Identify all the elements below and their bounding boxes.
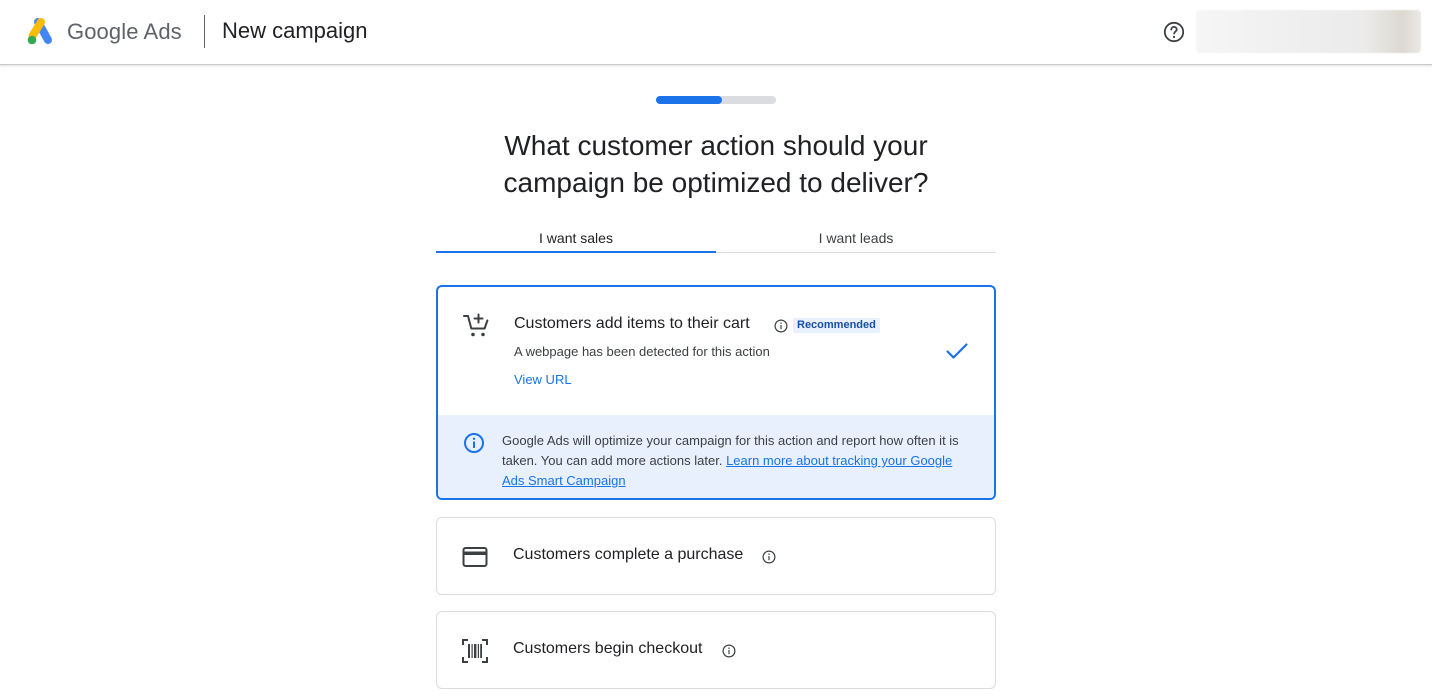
- option-card-begin-checkout[interactable]: Customers begin checkout: [436, 611, 996, 689]
- tab-i-want-sales[interactable]: I want sales: [436, 226, 716, 252]
- option-title: Customers begin checkout: [513, 640, 703, 657]
- option-title: Customers complete a purchase: [513, 546, 744, 563]
- progress-bar: [656, 96, 776, 104]
- page-title: New campaign: [222, 18, 368, 43]
- credit-card-icon: [462, 547, 488, 567]
- recommended-badge: Recommended: [793, 318, 880, 333]
- add-shopping-cart-icon: [463, 313, 489, 337]
- google-ads-logo-icon[interactable]: [24, 16, 56, 48]
- barcode-scanner-icon: [462, 639, 488, 663]
- info-icon[interactable]: [722, 644, 736, 658]
- page-question-heading: What customer action should your campaig…: [416, 127, 1016, 201]
- info-icon[interactable]: [774, 319, 788, 333]
- header-divider: [204, 15, 205, 48]
- tab-i-want-leads[interactable]: I want leads: [716, 226, 996, 252]
- info-icon: [464, 433, 484, 453]
- option-card-add-to-cart[interactable]: Customers add items to their cart Recomm…: [436, 285, 996, 500]
- option-title: Customers add items to their cart: [514, 315, 750, 332]
- brand-ads-text: Ads: [143, 19, 182, 44]
- check-icon: [946, 343, 968, 359]
- goal-tabs: I want sales I want leads: [436, 226, 996, 253]
- top-app-bar: Google Ads New campaign: [0, 0, 1432, 65]
- active-tab-indicator: [436, 251, 716, 253]
- account-switcher[interactable]: [1196, 10, 1421, 53]
- option-card-complete-purchase[interactable]: Customers complete a purchase: [436, 517, 996, 595]
- help-icon[interactable]: [1162, 20, 1186, 44]
- question-line-2: campaign be optimized to deliver?: [503, 167, 929, 198]
- info-banner: Google Ads will optimize your campaign f…: [438, 415, 994, 498]
- question-line-1: What customer action should your: [504, 130, 928, 161]
- info-icon[interactable]: [762, 550, 776, 564]
- info-banner-text: Google Ads will optimize your campaign f…: [502, 431, 962, 491]
- brand-google-text: Google: [67, 19, 139, 44]
- progress-bar-fill: [656, 96, 722, 104]
- option-description: A webpage has been detected for this act…: [514, 344, 770, 359]
- view-url-link[interactable]: View URL: [514, 372, 572, 387]
- product-name: Google Ads: [67, 19, 182, 45]
